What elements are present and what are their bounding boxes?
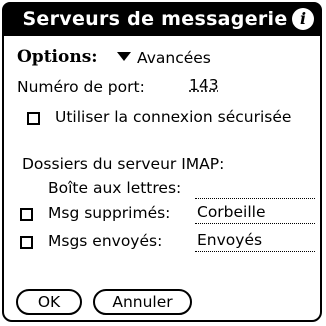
options-label: Options:	[17, 47, 98, 67]
options-selected: Avancées	[137, 49, 211, 67]
secure-label: Utiliser la connexion sécurisée	[55, 108, 292, 126]
imap-heading: Dossiers du serveur IMAP:	[22, 155, 225, 173]
deleted-folder-input[interactable]: Corbeille	[195, 202, 315, 224]
sent-folder-input[interactable]: Envoyés	[195, 230, 315, 252]
sent-label: Msgs envoyés:	[48, 232, 163, 250]
ok-button[interactable]: OK	[16, 289, 82, 315]
sent-checkbox[interactable]	[20, 236, 33, 249]
dialog-title: Serveurs de messagerie	[22, 8, 288, 30]
screen: Serveurs de messagerie i Options: Avancé…	[0, 0, 326, 326]
title-bar: Serveurs de messagerie i	[2, 2, 322, 36]
options-dropdown[interactable]: Avancées	[117, 49, 211, 67]
port-label: Numéro de port:	[17, 78, 145, 96]
dropdown-arrow-icon	[117, 52, 131, 61]
inbox-input[interactable]	[195, 177, 315, 199]
cancel-button[interactable]: Annuler	[93, 289, 192, 315]
secure-checkbox[interactable]	[27, 112, 40, 125]
port-input[interactable]: 143	[189, 76, 219, 94]
deleted-label: Msg supprimés:	[48, 204, 171, 222]
inbox-label: Boîte aux lettres:	[48, 179, 182, 197]
info-icon[interactable]: i	[292, 8, 314, 30]
deleted-checkbox[interactable]	[20, 208, 33, 221]
